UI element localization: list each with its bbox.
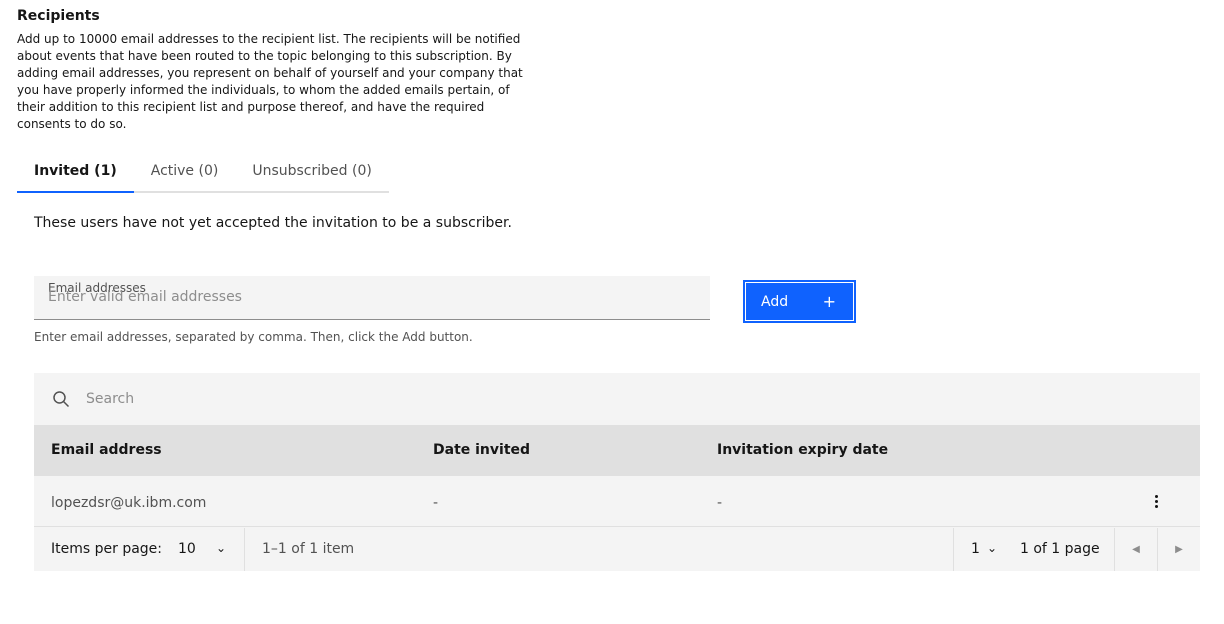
table-header: Email address Date invited Invitation ex… — [34, 425, 1200, 476]
column-header-date-invited[interactable]: Date invited — [433, 442, 530, 458]
pagination: Items per page: 10 ⌄ 1–1 of 1 item 1 ⌄ 1… — [34, 528, 1200, 571]
chevron-down-icon: ⌄ — [987, 541, 998, 555]
add-button[interactable]: Add + — [743, 280, 856, 323]
email-input[interactable] — [48, 286, 688, 308]
page-select[interactable]: 1 ⌄ — [971, 541, 1011, 557]
cell-expiry: - — [717, 495, 723, 511]
add-button-label: Add — [761, 293, 789, 310]
column-header-expiry[interactable]: Invitation expiry date — [717, 442, 888, 458]
tab-description: These users have not yet accepted the in… — [34, 215, 512, 231]
page-value: 1 — [971, 541, 980, 557]
table-row: lopezdsr@uk.ibm.com - - — [34, 476, 1200, 527]
plus-icon: + — [822, 292, 836, 311]
column-header-email[interactable]: Email address — [51, 442, 162, 458]
email-helper-text: Enter email addresses, separated by comm… — [34, 330, 473, 344]
tab-invited[interactable]: Invited (1) — [17, 155, 134, 193]
next-page-icon[interactable]: ▶ — [1158, 528, 1200, 571]
email-field: Email addresses — [34, 276, 710, 320]
pager-divider — [953, 528, 954, 571]
overflow-menu-icon[interactable] — [1146, 492, 1166, 510]
recipient-tabs: Invited (1) Active (0) Unsubscribed (0) — [17, 155, 389, 193]
search-input[interactable] — [86, 388, 686, 410]
page-count: 1 of 1 page — [1020, 541, 1100, 557]
pager-divider — [244, 528, 245, 571]
cell-email: lopezdsr@uk.ibm.com — [51, 495, 207, 511]
section-title: Recipients — [17, 8, 100, 24]
chevron-down-icon: ⌄ — [216, 541, 227, 555]
recipients-table: Email address Date invited Invitation ex… — [34, 373, 1200, 571]
items-per-page-value: 10 — [178, 541, 196, 557]
previous-page-icon[interactable]: ◀ — [1115, 528, 1157, 571]
section-description: Add up to 10000 email addresses to the r… — [17, 32, 523, 131]
table-search — [34, 373, 1200, 425]
search-icon — [53, 391, 70, 408]
items-per-page-label: Items per page: — [51, 541, 163, 557]
cell-date-invited: - — [433, 495, 439, 511]
tab-unsubscribed[interactable]: Unsubscribed (0) — [235, 155, 389, 193]
item-range: 1–1 of 1 item — [262, 541, 355, 557]
tab-active[interactable]: Active (0) — [133, 155, 236, 193]
